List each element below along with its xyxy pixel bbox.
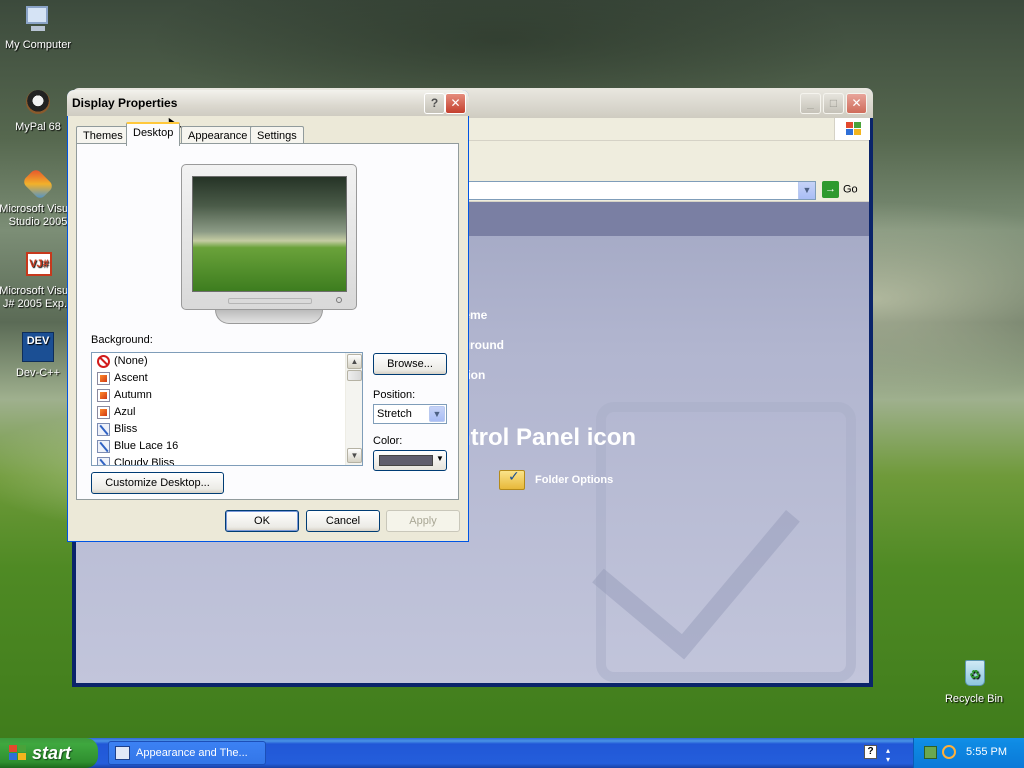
wallpaper-preview bbox=[192, 176, 347, 292]
go-button[interactable]: → Go bbox=[822, 181, 858, 198]
help-button[interactable]: ? bbox=[424, 93, 445, 114]
picture-icon bbox=[97, 406, 110, 419]
desktop-tab-panel: Background: (None) Ascent Autumn Azul Bl… bbox=[76, 143, 459, 500]
desktop-icon-recycle-bin[interactable]: ♻ Recycle Bin bbox=[934, 658, 1014, 706]
go-arrow-icon: → bbox=[822, 181, 839, 198]
minimize-button[interactable]: _ bbox=[800, 93, 821, 114]
explorer-close-button[interactable]: ✕ bbox=[846, 93, 867, 114]
list-item[interactable]: (None) bbox=[92, 353, 362, 370]
picture-icon bbox=[97, 389, 110, 402]
dialog-close-button[interactable]: ✕ bbox=[445, 93, 466, 114]
visual-jsharp-icon: VJ# bbox=[22, 250, 54, 282]
ok-button[interactable]: OK bbox=[225, 510, 299, 532]
scroll-up-icon[interactable]: ▲ bbox=[347, 354, 362, 369]
tab-desktop[interactable]: Desktop bbox=[126, 122, 181, 146]
cancel-button[interactable]: Cancel bbox=[306, 510, 380, 532]
system-tray: 5:55 PM bbox=[913, 738, 1024, 768]
maximize-button[interactable]: □ bbox=[823, 93, 844, 114]
address-input[interactable]: ▼ bbox=[466, 181, 816, 200]
computer-icon bbox=[22, 4, 54, 36]
monitor-power-led bbox=[336, 297, 342, 303]
search-icon[interactable] bbox=[942, 745, 956, 759]
customize-desktop-button[interactable]: Customize Desktop... bbox=[91, 472, 224, 494]
position-value: Stretch bbox=[377, 408, 412, 420]
display-properties-dialog[interactable]: Display Properties ? ✕ Themes Desktop Ap… bbox=[67, 90, 469, 542]
background-list[interactable]: (None) Ascent Autumn Azul Bliss Blue Lac… bbox=[91, 352, 363, 466]
desktop-icon-label: Recycle Bin bbox=[944, 693, 1004, 705]
monitor-preview bbox=[181, 164, 357, 310]
taskbar: start Appearance and The... ? ▴ ▾ 5:55 PM bbox=[0, 738, 1024, 768]
color-picker-button[interactable]: ▼ bbox=[373, 450, 447, 471]
list-item[interactable]: Azul bbox=[92, 404, 362, 421]
desktop-icon-my-computer[interactable]: My Computer bbox=[0, 4, 78, 52]
monitor-slot bbox=[228, 298, 312, 304]
edit-picture-icon bbox=[97, 423, 110, 436]
edit-picture-icon bbox=[97, 440, 110, 453]
recycle-bin-icon: ♻ bbox=[958, 658, 990, 690]
list-item[interactable]: Autumn bbox=[92, 387, 362, 404]
position-select[interactable]: Stretch ▼ bbox=[373, 404, 447, 424]
list-item[interactable]: Ascent bbox=[92, 370, 362, 387]
folder-options-icon[interactable]: ✓ bbox=[499, 466, 527, 492]
apply-button[interactable]: Apply bbox=[386, 510, 460, 532]
tray-expand-icon[interactable]: ▴ ▾ bbox=[886, 746, 890, 764]
start-button[interactable]: start bbox=[0, 738, 98, 768]
dev-cpp-icon: DEV bbox=[22, 332, 54, 364]
monitor-stand bbox=[215, 310, 323, 324]
dialog-title: Display Properties bbox=[72, 96, 178, 110]
scroll-thumb[interactable] bbox=[347, 370, 362, 381]
scroll-down-icon[interactable]: ▼ bbox=[347, 448, 362, 463]
position-label: Position: bbox=[373, 389, 416, 401]
edit-picture-icon bbox=[97, 457, 110, 465]
dialog-title-bar[interactable]: Display Properties ? ✕ bbox=[67, 90, 469, 116]
taskbar-button-appearance-themes[interactable]: Appearance and The... bbox=[108, 741, 266, 765]
list-item[interactable]: Cloudy Bliss bbox=[92, 455, 362, 465]
picture-icon bbox=[97, 372, 110, 385]
background-label: Background: bbox=[91, 334, 153, 346]
list-item[interactable]: Blue Lace 16 bbox=[92, 438, 362, 455]
control-panel-icon-heading: ntrol Panel icon bbox=[456, 424, 637, 451]
chevron-down-icon: ▼ bbox=[436, 454, 444, 463]
start-label: start bbox=[32, 743, 72, 763]
network-icon[interactable] bbox=[924, 746, 937, 759]
browse-button[interactable]: Browse... bbox=[373, 353, 447, 375]
list-scrollbar[interactable]: ▲ ▼ bbox=[345, 353, 362, 465]
windows-flag-icon bbox=[9, 745, 27, 761]
desktop-icon-label: My Computer bbox=[4, 39, 72, 51]
control-panel-icon bbox=[115, 746, 130, 760]
visual-studio-icon bbox=[21, 167, 55, 201]
mypal-icon bbox=[22, 86, 54, 118]
list-item[interactable]: Bliss bbox=[92, 421, 362, 438]
help-tray-icon[interactable]: ? bbox=[864, 745, 877, 759]
chevron-down-icon[interactable]: ▼ bbox=[429, 406, 445, 422]
folder-options-link[interactable]: Folder Options bbox=[535, 474, 613, 486]
chevron-down-icon[interactable]: ▼ bbox=[798, 182, 815, 199]
color-swatch bbox=[379, 455, 433, 466]
none-icon bbox=[97, 355, 110, 368]
clock[interactable]: 5:55 PM bbox=[966, 746, 1007, 758]
windows-logo-icon bbox=[834, 118, 870, 140]
dialog-body: Themes Desktop Appearance Settings Backg… bbox=[68, 116, 468, 541]
color-label: Color: bbox=[373, 435, 403, 447]
